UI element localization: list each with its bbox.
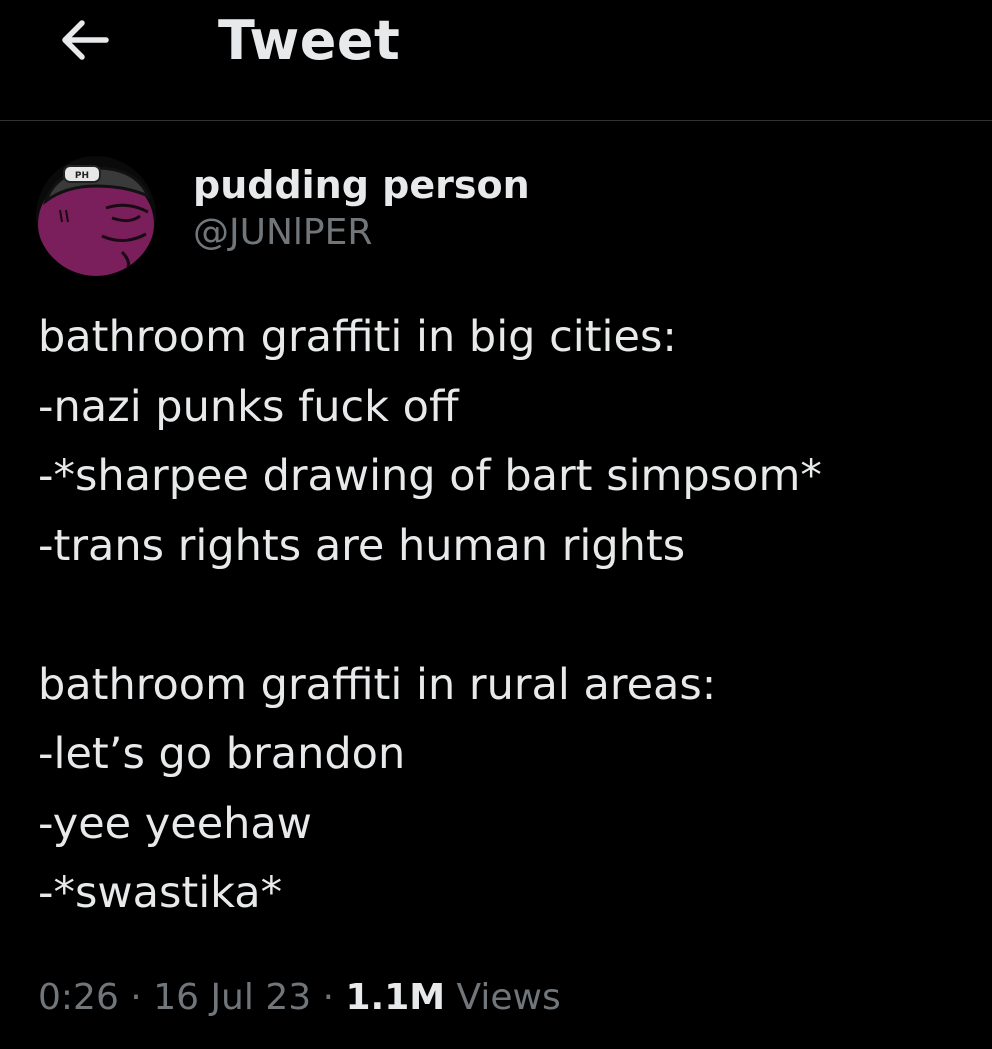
avatar[interactable]: PH (36, 156, 156, 276)
meta-separator: · (311, 977, 346, 1018)
tweet-line: -trans rights are human rights (38, 520, 686, 571)
top-bar: Tweet (0, 0, 992, 121)
meta-separator: · (118, 977, 154, 1018)
page-title: Tweet (218, 9, 401, 72)
views-label[interactable]: Views (445, 977, 561, 1018)
tweet-text: bathroom graffiti in big cities: -nazi p… (38, 303, 978, 929)
tweet-time[interactable]: 0:26 (38, 977, 119, 1018)
tweet-line: -*swastika* (38, 868, 283, 918)
tweet-line: -yee yeehaw (38, 798, 312, 849)
tweet-line: -nazi punks fuck off (38, 381, 459, 432)
back-button[interactable] (52, 10, 116, 70)
tweet-line: bathroom graffiti in big cities: (38, 312, 677, 362)
avatar-image: PH (36, 156, 156, 276)
tweet-date[interactable]: 16 Jul 23 (153, 977, 311, 1018)
author-display-name[interactable]: pudding person (193, 160, 530, 210)
svg-text:PH: PH (75, 171, 89, 181)
author-handle[interactable]: @JUNlPER (193, 210, 530, 256)
tweet-line: -*sharpee drawing of bart simpsom* (38, 451, 822, 501)
tweet-line: bathroom graffiti in rural areas: (38, 659, 717, 710)
arrow-left-icon (62, 20, 109, 60)
tweet-meta: 0:26 · 16 Jul 23 · 1.1M Views (38, 970, 561, 1026)
tweet-line: -let’s go brandon (38, 729, 406, 779)
author-block: pudding person @JUNlPER (193, 160, 530, 256)
views-count[interactable]: 1.1M (345, 977, 445, 1018)
